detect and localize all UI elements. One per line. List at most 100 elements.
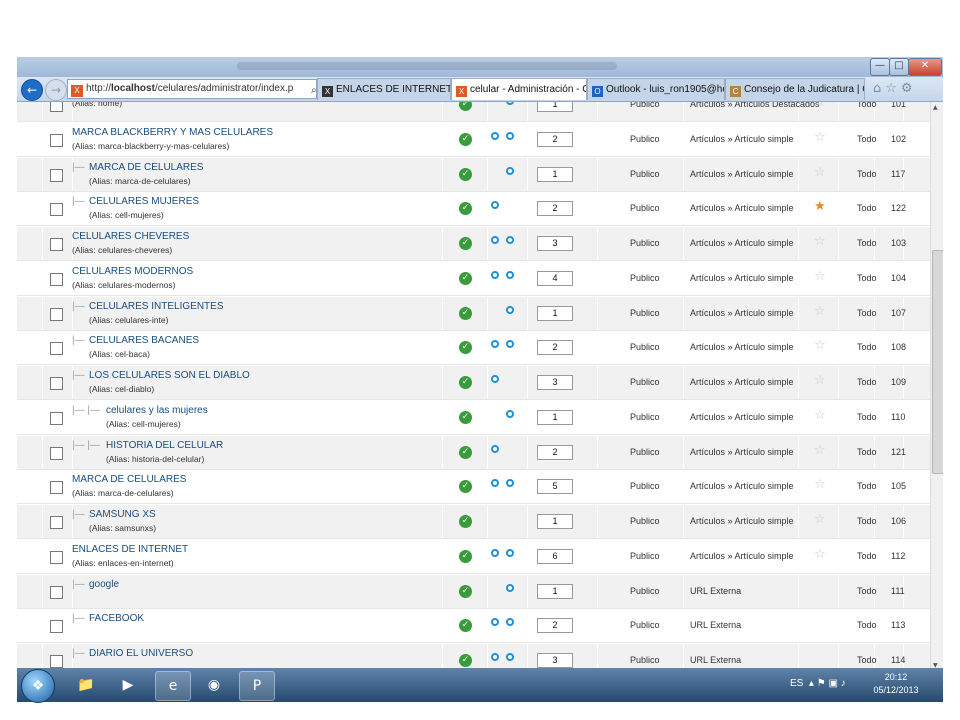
published-check-icon[interactable]: ✓	[459, 237, 472, 250]
back-button[interactable]: ←	[21, 79, 43, 101]
menu-item-title-link[interactable]: CELULARES MODERNOS	[72, 266, 193, 277]
explorer-taskbar-icon[interactable]: 📁	[69, 671, 103, 699]
ordering-input[interactable]: 2	[537, 201, 573, 217]
row-checkbox[interactable]	[50, 377, 63, 390]
maximize-button[interactable]: □	[889, 58, 909, 76]
row-checkbox[interactable]	[50, 655, 63, 668]
tab-enlaces[interactable]: X ENLACES DE INTERNET	[317, 78, 451, 100]
ordering-input[interactable]: 2	[537, 444, 573, 460]
set-home-star-icon[interactable]: ☆	[814, 304, 826, 319]
set-home-star-icon[interactable]: ☆	[814, 130, 826, 145]
set-home-star-icon[interactable]: ☆	[814, 269, 826, 284]
row-checkbox[interactable]	[50, 307, 63, 321]
set-home-star-icon[interactable]: ☆	[814, 408, 826, 423]
order-up-icon[interactable]	[491, 270, 499, 279]
start-button[interactable]: ❖	[21, 669, 55, 703]
order-down-icon[interactable]	[506, 102, 514, 105]
set-home-star-icon[interactable]: ☆	[814, 339, 826, 353]
menu-item-title-link[interactable]: MARCA DE CELULARES	[89, 162, 203, 173]
address-tools[interactable]: ⌕ ▾ ☷ ↻ ✕	[308, 82, 316, 98]
settings-gear-icon[interactable]: ⚙	[901, 81, 917, 96]
vertical-scrollbar[interactable]: ▲ ▼	[930, 102, 943, 671]
ordering-input[interactable]: 1	[537, 305, 573, 321]
order-up-icon[interactable]	[491, 479, 499, 488]
menu-item-title-link[interactable]: celulares y las mujeres	[106, 405, 208, 416]
ordering-input[interactable]: 6	[537, 548, 573, 564]
default-home-star-icon[interactable]: ★	[814, 200, 826, 214]
set-home-star-icon[interactable]: ☆	[814, 478, 826, 492]
order-down-icon[interactable]	[506, 340, 514, 349]
address-bar[interactable]: Xhttp://localhost/celulares/administrato…	[67, 79, 317, 99]
row-checkbox[interactable]	[50, 102, 63, 112]
order-down-icon[interactable]	[506, 236, 514, 244]
tab-outlook[interactable]: OOutlook - luis_ron1905@hotm...	[587, 78, 725, 100]
set-home-star-icon[interactable]: ☆	[814, 235, 826, 249]
row-checkbox[interactable]	[50, 411, 63, 425]
published-check-icon[interactable]: ✓	[459, 549, 472, 563]
published-check-icon[interactable]: ✓	[459, 480, 472, 494]
set-home-star-icon[interactable]: ☆	[814, 547, 826, 562]
ordering-input[interactable]: 3	[537, 653, 573, 668]
favorites-star-icon[interactable]: ☆	[885, 81, 901, 96]
tray-icons[interactable]: ▴ ⚑ ▣ ♪	[809, 678, 846, 689]
ordering-input[interactable]: 1	[537, 102, 573, 112]
row-checkbox[interactable]	[50, 272, 63, 286]
order-up-icon[interactable]	[491, 131, 499, 140]
media-player-taskbar-icon[interactable]: ▶	[111, 671, 145, 699]
row-checkbox[interactable]	[50, 238, 63, 251]
row-checkbox[interactable]	[50, 585, 63, 599]
order-down-icon[interactable]	[506, 166, 514, 175]
menu-item-title-link[interactable]: CELULARES INTELIGENTES	[89, 301, 223, 312]
order-up-icon[interactable]	[491, 653, 499, 661]
order-down-icon[interactable]	[506, 618, 514, 627]
order-up-icon[interactable]	[491, 340, 499, 349]
clock[interactable]: 20:12 05/12/2013	[866, 671, 926, 697]
order-up-icon[interactable]	[491, 375, 499, 383]
published-check-icon[interactable]: ✓	[459, 202, 472, 216]
published-check-icon[interactable]: ✓	[459, 654, 472, 667]
row-checkbox[interactable]	[50, 481, 63, 495]
ordering-input[interactable]: 2	[537, 340, 573, 356]
chrome-taskbar-icon[interactable]: ◉	[197, 671, 231, 699]
row-checkbox[interactable]	[50, 133, 63, 147]
row-checkbox[interactable]	[50, 516, 63, 529]
ordering-input[interactable]: 1	[537, 166, 573, 182]
set-home-star-icon[interactable]: ☆	[814, 102, 826, 110]
ordering-input[interactable]: 2	[537, 131, 573, 147]
browser-tool-icons[interactable]: ⌂☆⚙	[873, 81, 917, 96]
published-check-icon[interactable]: ✓	[459, 410, 472, 424]
menu-item-title-link[interactable]: CELULARES BACANES	[89, 335, 199, 346]
published-check-icon[interactable]: ✓	[459, 515, 472, 528]
row-checkbox[interactable]	[50, 620, 63, 634]
ordering-input[interactable]: 4	[537, 270, 573, 286]
scroll-thumb[interactable]	[932, 250, 943, 474]
row-checkbox[interactable]	[50, 342, 63, 356]
menu-item-title-link[interactable]: MARCA BLACKBERRY Y MAS CELULARES	[72, 127, 273, 138]
ordering-input[interactable]: 5	[537, 479, 573, 495]
row-checkbox[interactable]	[50, 203, 63, 217]
published-check-icon[interactable]: ✓	[459, 376, 472, 389]
order-down-icon[interactable]	[506, 305, 514, 314]
menu-item-title-link[interactable]: CELULARES MUJERES	[89, 196, 199, 207]
menu-item-title-link[interactable]: google	[89, 579, 119, 590]
window-titlebar[interactable]: — □ ✕	[17, 57, 943, 77]
order-down-icon[interactable]	[506, 270, 514, 279]
published-check-icon[interactable]: ✓	[459, 584, 472, 598]
ordering-input[interactable]: 1	[537, 409, 573, 425]
menu-item-title-link[interactable]: LOS CELULARES SON EL DIABLO	[89, 370, 250, 381]
row-checkbox[interactable]	[50, 446, 63, 460]
order-down-icon[interactable]	[506, 583, 514, 592]
set-home-star-icon[interactable]: ☆	[814, 443, 826, 458]
scroll-up-arrow-icon[interactable]: ▲	[933, 104, 938, 111]
order-down-icon[interactable]	[506, 409, 514, 418]
set-home-star-icon[interactable]: ☆	[814, 374, 826, 388]
order-up-icon[interactable]	[491, 618, 499, 627]
order-up-icon[interactable]	[491, 236, 499, 244]
tab-celular-admin[interactable]: Xcelular - Administración - G...✕	[451, 78, 587, 100]
ordering-input[interactable]: 1	[537, 514, 573, 529]
minimize-button[interactable]: —	[870, 58, 890, 76]
published-check-icon[interactable]: ✓	[459, 306, 472, 320]
published-check-icon[interactable]: ✓	[459, 619, 472, 633]
menu-item-title-link[interactable]: HISTORIA DEL CELULAR	[106, 440, 223, 451]
menu-item-title-link[interactable]: CELULARES CHEVERES	[72, 231, 189, 242]
